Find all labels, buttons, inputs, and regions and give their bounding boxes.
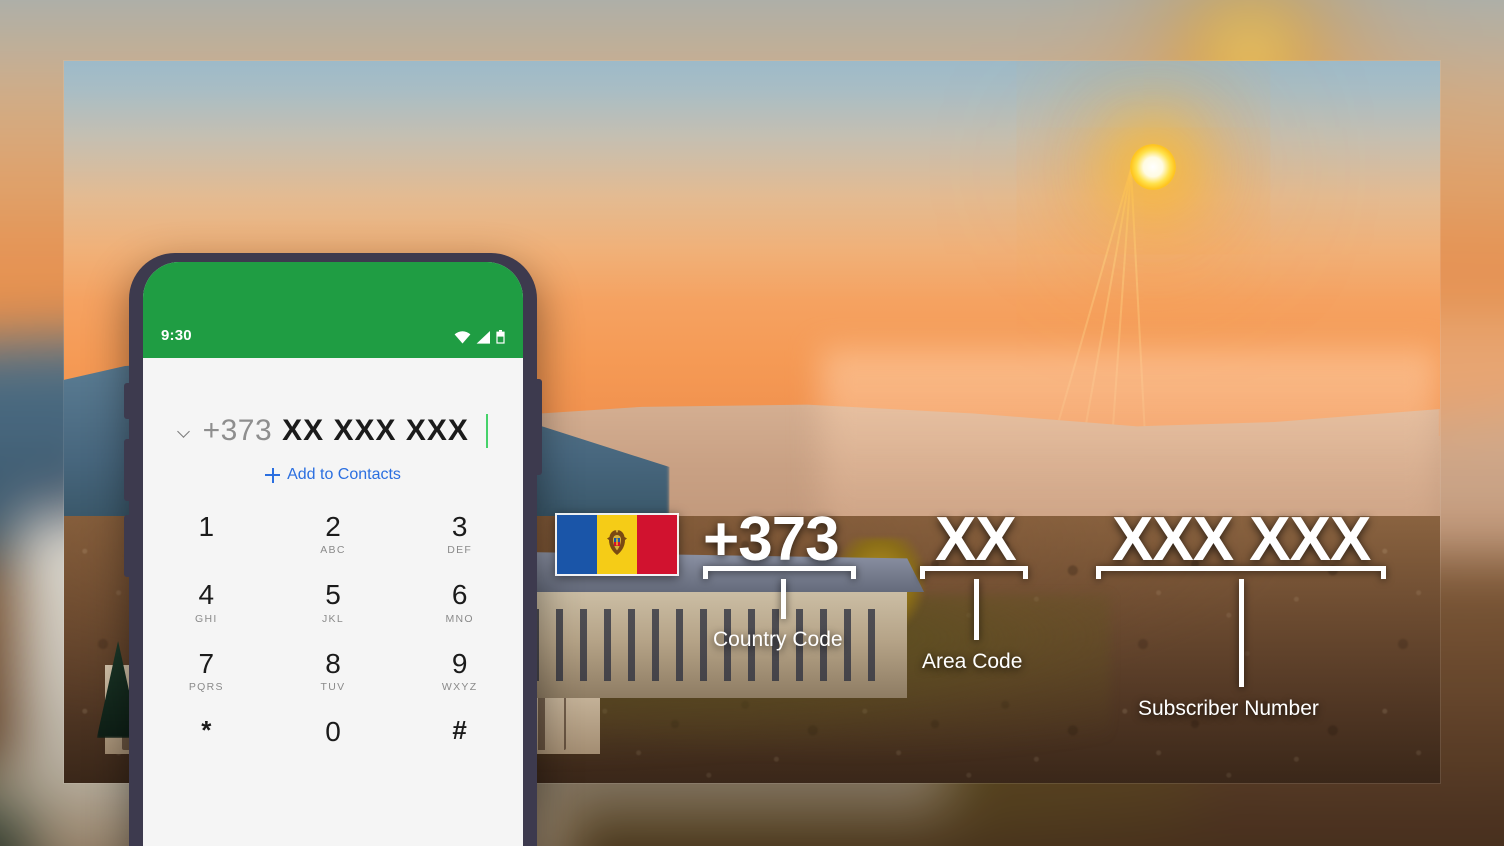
battery-icon — [496, 330, 505, 344]
segment-label-subscriber-area: Area Code — [922, 650, 1023, 673]
dialpad-key-5[interactable]: 5 JKL — [270, 572, 397, 630]
dialpad-key-digit: * — [201, 715, 212, 746]
phone-screen: 9:30 +373 XX XXX XXX Add to Contacts 1 2… — [143, 262, 523, 846]
signal-icon — [476, 331, 490, 344]
dialpad-key-letters: JKL — [321, 612, 344, 625]
dialpad-key-3[interactable]: 3 DEF — [396, 504, 523, 562]
dialpad-key-digit: 9 — [451, 647, 468, 679]
dialpad-key-letters: TUV — [320, 681, 346, 694]
phone-volume-down-button[interactable] — [124, 515, 129, 577]
dialpad-key-6[interactable]: 6 MNO — [396, 572, 523, 630]
segment-label-country-code: Country Code — [713, 628, 843, 651]
dialpad-key-letters: DEF — [447, 544, 473, 557]
dialpad-key-digit: 5 — [325, 579, 341, 611]
dialpad-key-digit: 0 — [325, 716, 341, 748]
dialpad-key-digit: 2 — [325, 511, 341, 542]
dialpad-key-digit: # — [452, 715, 467, 746]
dial-number-display[interactable]: +373 XX XXX XXX — [143, 358, 523, 448]
dialpad-key-letters: WXYZ — [441, 681, 478, 694]
country-code-prefix: +373 — [202, 414, 273, 447]
dialpad-key-1[interactable]: 1 — [143, 504, 270, 562]
wifi-icon — [454, 331, 471, 344]
plus-icon — [265, 467, 281, 483]
dialpad-key-letters: ABC — [320, 544, 346, 557]
dialpad-key-7[interactable]: 7 PQRS — [143, 641, 270, 699]
dialpad-key-digit: 8 — [325, 647, 341, 679]
segment-value-country-code: +373 — [703, 505, 840, 574]
phone-mockup: 9:30 +373 XX XXX XXX Add to Contacts 1 2… — [124, 253, 542, 846]
dialpad-key-0[interactable]: 0 — [270, 709, 397, 767]
dialpad-key-digit: 7 — [198, 647, 215, 679]
dialpad-key-digit: 6 — [451, 579, 468, 611]
add-to-contacts-button[interactable]: Add to Contacts — [143, 466, 523, 484]
status-icons — [454, 330, 505, 344]
segment-value-area-code: XX — [935, 505, 1017, 574]
status-clock: 9:30 — [161, 327, 192, 344]
dialpad-key-digit: 1 — [198, 511, 215, 542]
dialpad-key-letters — [396, 747, 523, 759]
coat-of-arms-icon — [607, 529, 627, 555]
dialpad-key-letters: GHI — [195, 612, 218, 625]
dialpad-key-9[interactable]: 9 WXYZ — [396, 641, 523, 699]
dialpad-key-hash[interactable]: # — [396, 709, 523, 767]
dialpad-key-2[interactable]: 2 ABC — [270, 504, 397, 562]
flag-stripe-yellow — [597, 515, 637, 574]
phone-power-button[interactable] — [537, 379, 542, 475]
dialpad-key-letters — [143, 544, 270, 556]
dialpad-key-letters: PQRS — [188, 681, 224, 694]
dialed-number: XX XXX XXX — [282, 414, 469, 447]
segment-label-subscriber-number: Subscriber Number — [1138, 697, 1319, 720]
dialpad-key-letters: MNO — [445, 612, 474, 625]
dialpad-key-letters — [143, 747, 270, 759]
dialpad-key-digit: 4 — [198, 579, 215, 611]
moldova-flag — [555, 513, 679, 576]
dialpad[interactable]: 1 2 ABC 3 DEF 4 GHI 5 JKL 6 MNO 7 PQRS 8 TUV 9 WXYZ * 0 # — [143, 504, 523, 768]
status-bar: 9:30 — [143, 262, 523, 358]
text-caret — [485, 414, 489, 448]
dialpad-key-letters — [270, 750, 397, 762]
dialpad-key-digit: 3 — [451, 511, 468, 542]
dialpad-key-8[interactable]: 8 TUV — [270, 641, 397, 699]
chevron-down-icon[interactable] — [178, 425, 191, 438]
flag-stripe-red — [637, 515, 677, 574]
segment-value-subscriber-number: XXX XXX — [1112, 505, 1371, 574]
add-to-contacts-label: Add to Contacts — [287, 466, 401, 483]
dialpad-key-4[interactable]: 4 GHI — [143, 572, 270, 630]
phone-volume-up-button[interactable] — [124, 439, 129, 501]
dialpad-key-star[interactable]: * — [143, 709, 270, 767]
flag-stripe-blue — [557, 515, 597, 574]
screenshot-stage: 9:30 +373 XX XXX XXX Add to Contacts 1 2… — [0, 0, 1504, 846]
phone-side-button[interactable] — [124, 383, 129, 419]
